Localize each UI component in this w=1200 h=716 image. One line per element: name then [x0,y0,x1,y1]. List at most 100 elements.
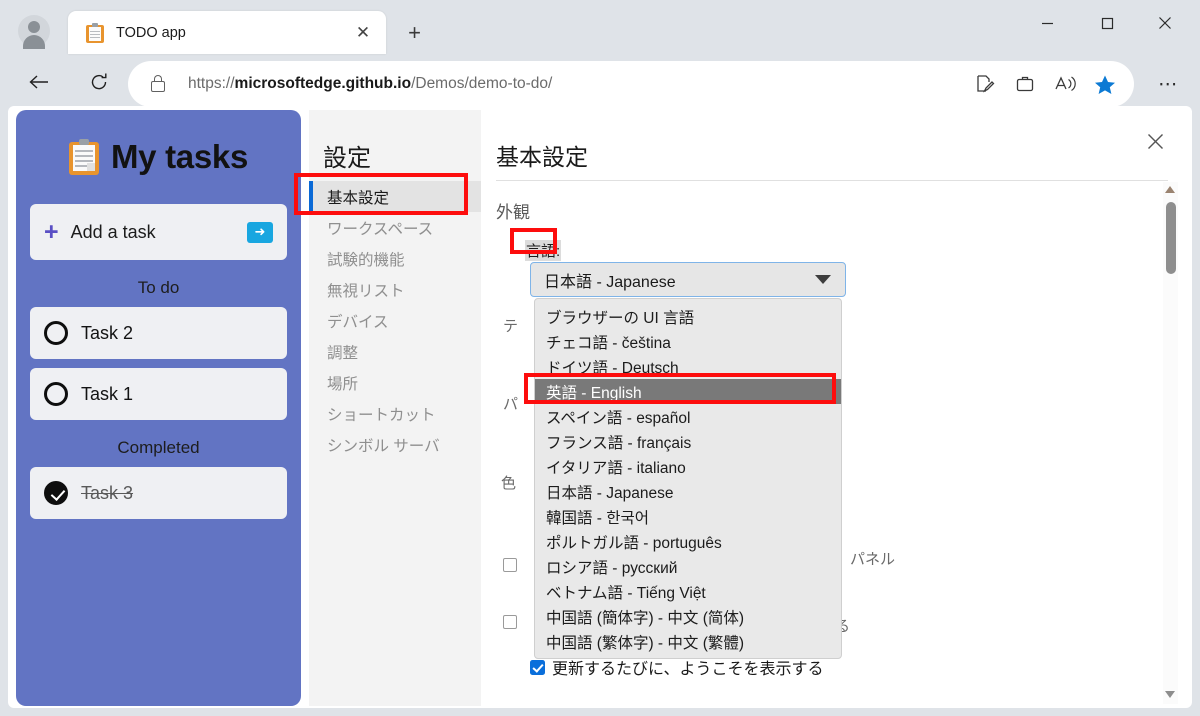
language-dropdown-list[interactable]: ブラウザーの UI 言語 チェコ語 - čeština ドイツ語 - Deuts… [534,298,842,659]
sidebar-item-devices[interactable]: デバイス [309,305,481,336]
new-tab-button[interactable]: + [398,18,431,48]
immersive-reader-icon[interactable] [1048,67,1082,101]
dropdown-option[interactable]: フランス語 - français [535,429,841,454]
dropdown-option[interactable]: チェコ語 - čeština [535,329,841,354]
scroll-up-arrow-icon[interactable] [1165,186,1175,193]
todo-app-header: My tasks [16,138,301,176]
task-label: Task 3 [81,482,134,503]
todo-app-panel: My tasks + Add a task ➜ To do Task 2 Tas… [16,110,301,706]
occluded-checkbox-1[interactable] [503,558,517,572]
occluded-label-panel-right: 、パネル [835,551,896,568]
dropdown-option[interactable]: ポルトガル語 - português [535,529,841,554]
sidebar-item-experiments[interactable]: 試験的機能 [309,243,481,274]
sidebar-item-label: ワークスペース [327,220,434,238]
tab-title: TODO app [116,24,186,41]
tab-strip: TODO app ✕ + [0,0,1200,57]
language-label: 言語: [525,240,562,261]
title-divider [496,180,1168,181]
clipboard-icon [86,22,104,43]
maximize-window-button[interactable] [1084,6,1130,40]
sidebar-item-symbol-server[interactable]: シンボル サーバ [309,429,481,460]
close-window-button[interactable] [1142,6,1188,40]
dropdown-option[interactable]: 中国語 (繁体字) - 中文 (繁體) [535,629,841,654]
task-item[interactable]: Task 1 [30,368,287,420]
browser-settings-more-button[interactable]: ⋯ [1152,69,1186,99]
section-heading-appearance: 外観 [496,203,530,222]
task-label: Task 1 [81,383,134,404]
task-checkbox-checked-icon[interactable] [44,481,68,505]
reload-button[interactable] [82,65,116,99]
sidebar-item-label: ショートカット [327,406,436,424]
occluded-label-theme: テ [503,318,519,335]
sidebar-item-label: 調整 [327,344,359,362]
welcome-on-update-checkbox-row[interactable]: 更新するたびに、ようこそを表示する [530,655,824,679]
sidebar-item-shortcuts[interactable]: ショートカット [309,398,481,429]
sidebar-item-label: デバイス [327,313,389,331]
task-checkbox-icon[interactable] [44,321,68,345]
address-bar-url: https://microsoftedge.github.io/Demos/de… [188,75,968,93]
sidebar-item-label: 試験的機能 [327,251,405,269]
close-settings-button[interactable] [1138,124,1172,158]
task-label: Task 2 [81,322,134,343]
url-scheme: https:// [188,75,235,92]
read-aloud-icon[interactable] [968,67,1002,101]
sidebar-item-label: シンボル サーバ [327,437,440,455]
url-path: /Demos/demo-to-do/ [411,75,553,92]
sidebar-item-workspace[interactable]: ワークスペース [309,212,481,243]
sidebar-item-ignore-list[interactable]: 無視リスト [309,274,481,305]
settings-scrollbar[interactable] [1163,182,1178,704]
sidebar-item-locations[interactable]: 場所 [309,367,481,398]
dropdown-option[interactable]: 日本語 - Japanese [535,479,841,504]
dropdown-option[interactable]: ブラウザーの UI 言語 [535,304,841,329]
dropdown-option[interactable]: 中国語 (簡体字) - 中文 (简体) [535,604,841,629]
plus-icon: + [44,217,59,246]
avatar-body [23,35,45,49]
scrollbar-thumb[interactable] [1165,202,1176,274]
back-button[interactable] [22,65,56,99]
dropdown-option[interactable]: 韓国語 - 한국어 [535,504,841,529]
settings-dialog: 設定 基本設定 ワークスペース 試験的機能 無視リスト デバイス 調整 場所 シ… [309,110,1184,706]
browser-window: TODO app ✕ + https://microsoftedge.githu… [0,0,1200,716]
profile-avatar-icon[interactable] [18,15,50,49]
favorites-star-icon[interactable] [1088,67,1122,101]
task-item[interactable]: Task 2 [30,307,287,359]
section-label-todo: To do [137,278,180,297]
submit-task-arrow-icon[interactable]: ➜ [247,221,273,243]
avatar-head [28,21,40,33]
scroll-down-arrow-icon[interactable] [1165,691,1175,698]
dropdown-option[interactable]: ドイツ語 - Deutsch [535,354,841,379]
sidebar-item-label: 場所 [327,375,359,393]
welcome-on-update-label: 更新するたびに、ようこそを表示する [552,661,824,678]
dropdown-option[interactable]: ロシア語 - русский [535,554,841,579]
dropdown-option[interactable]: スペイン語 - español [535,404,841,429]
add-task-input[interactable]: Add a task [71,222,247,243]
close-tab-button[interactable]: ✕ [348,18,378,48]
dropdown-option[interactable]: ベトナム語 - Tiếng Việt [535,579,841,604]
sidebar-item-throttling[interactable]: 調整 [309,336,481,367]
occluded-label-panel-left: パ [503,396,519,413]
sidebar-item-label: 無視リスト [327,282,405,300]
settings-sidebar: 設定 基本設定 ワークスペース 試験的機能 無視リスト デバイス 調整 場所 シ… [309,110,481,706]
sidebar-item-label: 基本設定 [327,189,390,207]
add-task-input-row[interactable]: + Add a task ➜ [30,204,287,260]
dropdown-option-english[interactable]: 英語 - English [535,379,841,404]
language-select-value: 日本語 - Japanese [544,273,676,291]
app-title: My tasks [110,138,248,175]
minimize-window-button[interactable] [1024,6,1070,40]
dropdown-option[interactable]: イタリア語 - italiano [535,454,841,479]
occluded-label-color: 色 [501,475,517,492]
checkbox-checked-icon[interactable] [530,659,545,675]
collections-icon[interactable] [1008,67,1042,101]
address-bar[interactable]: https://microsoftedge.github.io/Demos/de… [128,61,1134,107]
url-host: microsoftedge.github.io [234,75,412,92]
task-item[interactable]: Task 3 [30,467,287,519]
clipboard-emoji-icon [68,139,99,175]
language-select[interactable]: 日本語 - Japanese [530,262,846,297]
task-checkbox-icon[interactable] [44,382,68,406]
browser-tab[interactable]: TODO app ✕ [68,11,386,54]
sidebar-item-basic-settings[interactable]: 基本設定 [309,181,481,212]
chevron-down-icon [815,275,831,284]
occluded-checkbox-2[interactable] [503,615,517,629]
section-label-completed: Completed [117,438,200,457]
settings-main-pane: 基本設定 外観 テ パ 色 、パネル る 言語: 日本語 - Japanese … [481,110,1184,706]
